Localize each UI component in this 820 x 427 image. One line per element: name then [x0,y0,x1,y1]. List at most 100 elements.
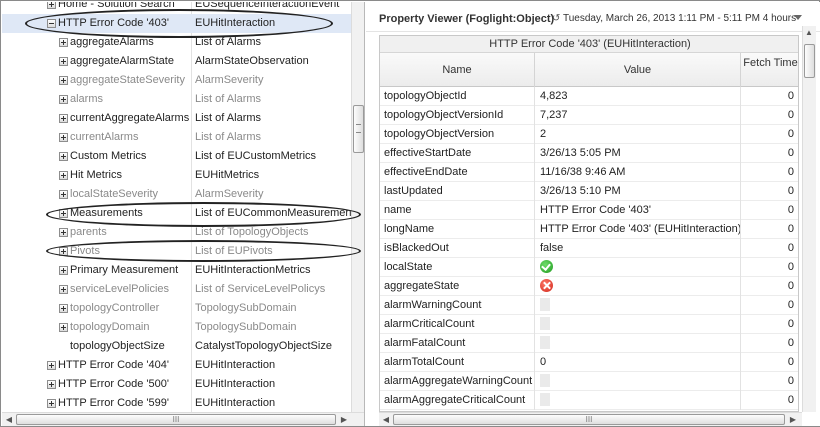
property-value: 4,823 [535,87,741,106]
tree-row[interactable]: Primary Measurement EUHitInteractionMetri… [2,261,351,280]
expand-plus-icon[interactable] [47,361,56,370]
collapse-minus-icon[interactable] [47,19,56,28]
expand-plus-icon[interactable] [47,399,56,408]
expand-plus-icon[interactable] [59,95,68,104]
property-row[interactable]: alarmCriticalCount 0 [380,315,798,334]
property-fetch-time: 0 [787,166,794,178]
tree-row[interactable]: aggregateAlarms List of Alarms [2,33,351,52]
tree-row[interactable]: aggregateAlarmState AlarmStateObservation [2,52,351,71]
column-header-value[interactable]: Value [535,53,741,87]
expand-plus-icon[interactable] [59,57,68,66]
property-row[interactable]: alarmTotalCount 0 0 [380,353,798,372]
tree-row[interactable]: Custom Metrics List of EUCustomMetrics [2,147,351,166]
expand-plus-icon[interactable] [47,380,56,389]
tree-vertical-scroll-thumb[interactable] [353,105,364,153]
property-name: alarmAggregateCriticalCount [380,391,535,410]
property-row[interactable]: longName HTTP Error Code '403' (EUHitInte… [380,220,798,239]
tree-row[interactable]: parents List of TopologyObjects [2,223,351,242]
expand-plus-icon[interactable] [59,38,68,47]
expand-plus-icon[interactable] [59,190,68,199]
tree-row-type: List of Alarms [195,112,262,124]
expand-plus-icon[interactable] [59,247,68,256]
tree-row-type: List of TopologyObjects [195,226,309,238]
tree-row-name: HTTP Error Code '599' [58,397,169,409]
property-row[interactable]: isBlackedOut false 0 [380,239,798,258]
scroll-right-arrow-icon[interactable]: ▶ [787,414,799,426]
expand-plus-icon[interactable] [59,171,68,180]
tree-row-type: EUSequenceInteractionEvent [195,2,340,10]
tree-row[interactable]: currentAggregateAlarms List of Alarms [2,109,351,128]
property-value: HTTP Error Code '403' [535,201,741,220]
tree-row-type: EUHitInteraction [195,359,276,371]
expand-plus-icon[interactable] [59,285,68,294]
expand-plus-icon[interactable] [59,209,68,218]
expand-plus-icon[interactable] [59,304,68,313]
tree-row[interactable]: Home - Solution Search EUSequenceInteract… [2,2,351,14]
tree-row[interactable]: alarms List of Alarms [2,90,351,109]
property-horizontal-scroll-thumb[interactable]: III [393,414,785,425]
tree-row[interactable]: localStateSeverity AlarmSeverity [2,185,351,204]
property-row[interactable]: localState 0 [380,258,798,277]
scroll-up-arrow-icon[interactable]: ▲ [803,27,815,39]
expand-plus-icon[interactable] [47,2,56,9]
property-name: alarmAggregateWarningCount [380,372,535,391]
scroll-left-arrow-icon[interactable]: ◀ [380,414,392,426]
tree-vertical-scrollbar[interactable] [351,2,364,412]
property-row[interactable]: effectiveStartDate 3/26/13 5:05 PM 0 [380,144,798,163]
tree-row[interactable]: HTTP Error Code '404' EUHitInteraction [2,356,351,375]
property-row[interactable]: topologyObjectVersion 2 0 [380,125,798,144]
property-row[interactable]: alarmWarningCount 0 [380,296,798,315]
tree-horizontal-scrollbar[interactable]: ◀ III ▶ [2,412,364,426]
tree-row[interactable]: HTTP Error Code '500' EUHitInteraction [2,375,351,394]
expand-plus-icon[interactable] [59,323,68,332]
expand-plus-icon[interactable] [59,114,68,123]
empty-value-box [540,316,550,330]
property-name: topologyObjectId [380,87,535,106]
property-row[interactable]: effectiveEndDate 11/16/38 9:46 AM 0 [380,163,798,182]
property-fetch-time: 0 [787,318,794,330]
tree-row[interactable]: topologyController TopologySubDomain [2,299,351,318]
time-range-selector[interactable]: Tuesday, March 26, 2013 1:11 PM - 5:11 P… [563,13,796,24]
column-header-fetch-time[interactable]: Fetch Time [741,53,798,87]
property-row[interactable]: name HTTP Error Code '403' 0 [380,201,798,220]
tree-row[interactable]: topologyDomain TopologySubDomain [2,318,351,337]
property-table-caption: HTTP Error Code '403' (EUHitInteraction) [380,36,798,53]
property-row[interactable]: alarmAggregateCriticalCount 0 [380,391,798,410]
tree-row[interactable]: topologyObjectSize CatalystTopologyObject… [2,337,351,356]
property-table-header: Name Value Fetch Time [380,53,798,87]
property-horizontal-scrollbar[interactable]: ◀ III ▶ [379,412,802,426]
property-value: 0 [535,353,741,372]
property-row[interactable]: alarmFatalCount 0 [380,334,798,353]
expand-plus-icon[interactable] [59,152,68,161]
tree-row[interactable]: currentAlarms List of Alarms [2,128,351,147]
property-row[interactable]: lastUpdated 3/26/13 5:10 PM 0 [380,182,798,201]
property-row[interactable]: topologyObjectId 4,823 0 [380,87,798,106]
scroll-left-arrow-icon[interactable]: ◀ [3,414,15,426]
expand-plus-icon[interactable] [59,133,68,142]
property-vertical-scrollbar[interactable]: ▲ [802,26,816,412]
tree-row[interactable]: Measurements List of EUCommonMeasurements [2,204,360,223]
property-row[interactable]: topologyObjectVersionId 7,237 0 [380,106,798,125]
expand-plus-icon[interactable] [59,76,68,85]
tree-row-name: Pivots [70,245,100,257]
tree-horizontal-scroll-thumb[interactable]: III [16,414,336,425]
tree-row[interactable]: Hit Metrics EUHitMetrics [2,166,351,185]
property-row[interactable]: aggregateState 0 [380,277,798,296]
scroll-right-arrow-icon[interactable]: ▶ [338,414,350,426]
chevron-down-icon[interactable] [794,15,802,20]
property-name: aggregateState [380,277,535,296]
property-table: HTTP Error Code '403' (EUHitInteraction)… [379,35,799,412]
tree-row[interactable]: Pivots List of EUPivots [2,242,351,261]
property-vertical-scroll-thumb[interactable] [804,44,815,78]
tree-row[interactable]: serviceLevelPolicies List of ServiceLevel… [2,280,351,299]
expand-plus-icon[interactable] [59,228,68,237]
tree-row-name: aggregateAlarmState [70,55,174,67]
tree-row[interactable]: aggregateStateSeverity AlarmSeverity [2,71,351,90]
tree-row[interactable]: HTTP Error Code '403' EUHitInteraction [2,14,351,33]
property-row[interactable]: alarmAggregateWarningCount 0 [380,372,798,391]
column-header-name[interactable]: Name [380,53,535,87]
tree-row[interactable]: HTTP Error Code '599' EUHitInteraction [2,394,351,413]
expand-plus-icon[interactable] [59,266,68,275]
property-viewer-panel: Property Viewer (Foglight:Object) ↺ Tues… [366,2,820,426]
status-ok-icon [540,259,553,273]
